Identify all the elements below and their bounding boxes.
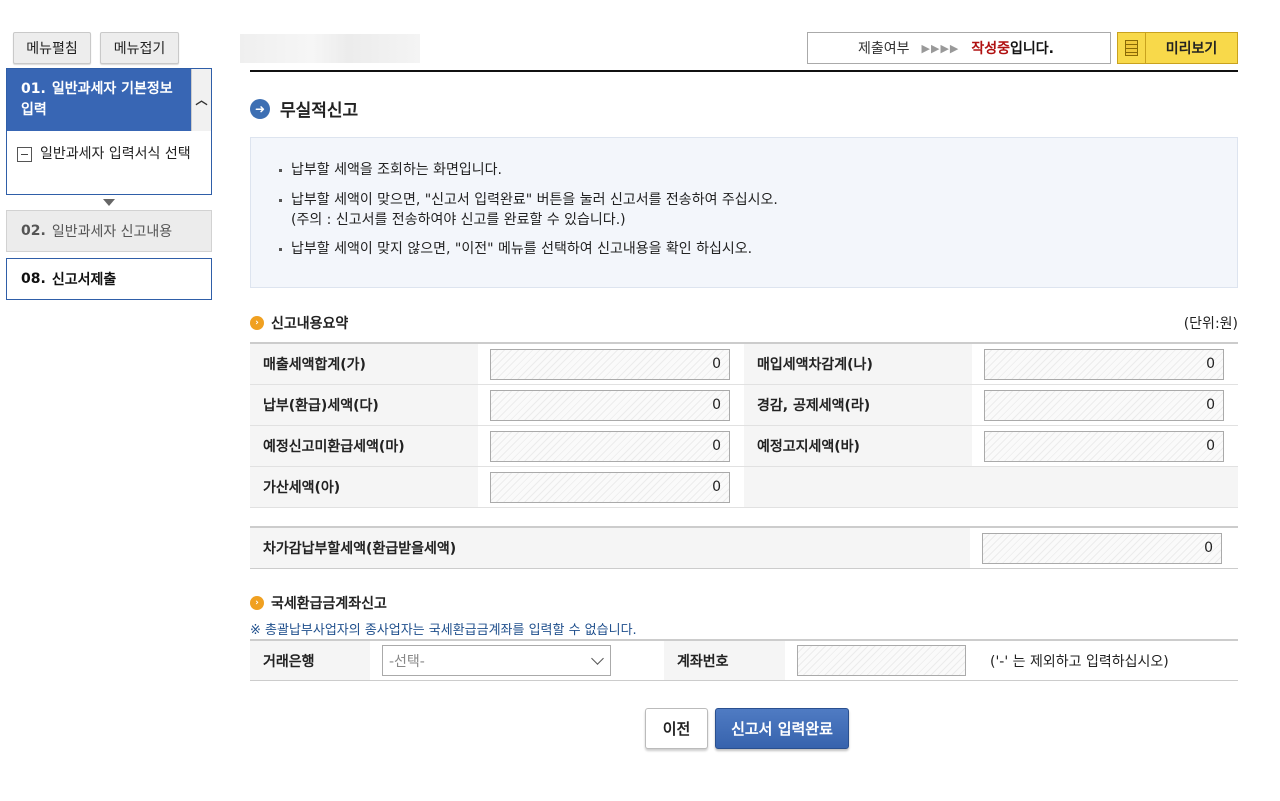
collapse-icon[interactable] [17, 147, 32, 162]
row-label: 경감, 공제세액(라) [744, 385, 972, 425]
sidebar-item-report-content[interactable]: 02. 일반과세자 신고내용 [6, 210, 212, 252]
account-number-input[interactable] [797, 645, 966, 676]
total-label: 차가감납부할세액(환급받을세액) [250, 528, 970, 568]
sidebar-item-basic-info[interactable]: 01.일반과세자 기본정보 입력 ︿ [7, 69, 211, 131]
table-row: 매출세액합계(가) 0 매입세액차감계(나) 0 [250, 344, 1238, 385]
readonly-value: 0 [490, 390, 730, 421]
sidebar-step-basic-info: 01.일반과세자 기본정보 입력 ︿ 일반과세자 입력서식 선택 [6, 68, 212, 195]
value-cell: 0 [478, 426, 744, 466]
value-cell: 0 [972, 426, 1238, 466]
status-prefix: 제출여부 [858, 38, 910, 58]
notice-box: 납부할 세액을 조회하는 화면입니다. 납부할 세액이 맞으면, "신고서 입력… [250, 137, 1238, 288]
readonly-value: 0 [490, 431, 730, 462]
bank-select-value: -선택- [389, 651, 425, 671]
document-icon [1118, 33, 1146, 63]
chevron-up-icon[interactable]: ︿ [191, 69, 211, 131]
header-divider [250, 70, 1238, 72]
row-label: 예정고지세액(바) [744, 426, 972, 466]
readonly-value: 0 [490, 472, 730, 503]
row-label: 매출세액합계(가) [250, 344, 478, 384]
status-suffix: 입니다. [1010, 38, 1054, 58]
unit-label: (단위:원) [1184, 313, 1238, 333]
page-title-text: 무실적신고 [280, 96, 358, 121]
step-number: 01. [21, 81, 46, 97]
account-title-text: 국세환급금계좌신고 [271, 593, 387, 613]
step-arrow-icon [103, 199, 115, 206]
step-number: 08. [21, 271, 46, 287]
sidebar-item-submit[interactable]: 08. 신고서제출 [6, 258, 212, 300]
menu-collapse-button[interactable]: 메뉴접기 [100, 32, 179, 64]
prev-button[interactable]: 이전 [645, 708, 708, 749]
value-cell: 0 [478, 344, 744, 384]
preview-label: 미리보기 [1146, 38, 1237, 58]
chevron-down-icon [591, 652, 604, 665]
table-row: 예정신고미환급세액(마) 0 예정고지세액(바) 0 [250, 426, 1238, 467]
row-label: 납부(환급)세액(다) [250, 385, 478, 425]
page-title: ➜ 무실적신고 [250, 96, 358, 121]
step-label: 일반과세자 신고내용 [52, 221, 172, 241]
status-arrows-icon: ▶▶▶▶ [922, 42, 960, 55]
table-row: 가산세액(아) 0 [250, 467, 1238, 508]
notice-item: 납부할 세액이 맞지 않으면, "이전" 메뉴를 선택하여 신고내용을 확인 하… [277, 239, 1237, 259]
bank-label: 거래은행 [250, 641, 370, 680]
readonly-value: 0 [984, 431, 1224, 462]
row-label: 예정신고미환급세액(마) [250, 426, 478, 466]
account-title: › 국세환급금계좌신고 [250, 593, 387, 613]
readonly-value: 0 [984, 349, 1224, 380]
chevron-right-circle-icon: › [250, 316, 264, 330]
row-label: 매입세액차감계(나) [744, 344, 972, 384]
notice-text: 납부할 세액이 맞으면, "신고서 입력완료" 버튼을 눌러 신고서를 전송하여… [291, 192, 778, 208]
preview-button[interactable]: 미리보기 [1117, 32, 1238, 64]
status-state: 작성중 [971, 38, 1010, 58]
notice-item: 납부할 세액을 조회하는 화면입니다. [277, 160, 1237, 180]
table-row: 납부(환급)세액(다) 0 경감, 공제세액(라) 0 [250, 385, 1238, 426]
account-hint: ('-' 는 제외하고 입력하십시오) [990, 651, 1169, 671]
menu-expand-button[interactable]: 메뉴펼침 [13, 32, 91, 64]
summary-title-text: 신고내용요약 [271, 313, 348, 333]
step-number: 02. [21, 223, 46, 239]
account-row: 거래은행 -선택- 계좌번호 ('-' 는 제외하고 입력하십시오) [250, 639, 1238, 681]
total-row: 차가감납부할세액(환급받을세액) 0 [250, 526, 1238, 569]
arrow-right-circle-icon: ➜ [250, 99, 270, 119]
account-number-label: 계좌번호 [664, 641, 785, 680]
value-cell: 0 [478, 467, 744, 507]
subitem-label: 일반과세자 입력서식 선택 [40, 145, 191, 164]
value-cell: 0 [972, 344, 1238, 384]
chevron-right-circle-icon: › [250, 596, 264, 610]
step-label: 신고서제출 [52, 269, 116, 289]
complete-button[interactable]: 신고서 입력완료 [715, 708, 849, 749]
readonly-value: 0 [490, 349, 730, 380]
redacted-title [240, 34, 420, 63]
submission-status: 제출여부 ▶▶▶▶ 작성중입니다. [807, 32, 1111, 64]
notice-item: 납부할 세액이 맞으면, "신고서 입력완료" 버튼을 눌러 신고서를 전송하여… [277, 190, 1237, 230]
value-cell: 0 [972, 385, 1238, 425]
bank-select[interactable]: -선택- [382, 645, 611, 676]
total-value: 0 [982, 533, 1222, 564]
readonly-value: 0 [984, 390, 1224, 421]
summary-title: › 신고내용요약 [250, 313, 348, 333]
account-note: ※ 총괄납부사업자의 종사업자는 국세환급금계좌를 입력할 수 없습니다. [250, 619, 637, 638]
notice-caution: (주의 : 신고서를 전송하여야 신고를 완료할 수 있습니다.) [291, 212, 626, 228]
empty-cell [744, 467, 1238, 507]
value-cell: 0 [478, 385, 744, 425]
row-label: 가산세액(아) [250, 467, 478, 507]
sidebar-subitem-form-select[interactable]: 일반과세자 입력서식 선택 [7, 131, 211, 164]
value-cell: 0 [970, 528, 1236, 568]
summary-table: 매출세액합계(가) 0 매입세액차감계(나) 0 납부(환급)세액(다) 0 경… [250, 342, 1238, 508]
